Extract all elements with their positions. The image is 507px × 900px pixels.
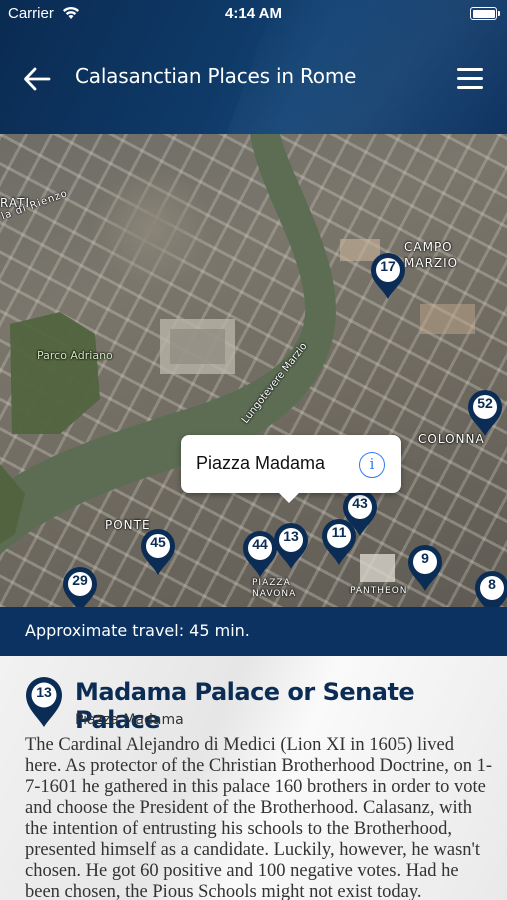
map-pin-number: 13 bbox=[283, 528, 299, 544]
travel-time-bar: Approximate travel: 45 min. bbox=[0, 607, 507, 656]
map-pin[interactable]: 45 bbox=[140, 528, 176, 576]
status-bar: Carrier 4:14 AM bbox=[0, 0, 507, 28]
callout-place-name: Piazza Madama bbox=[196, 453, 326, 473]
back-arrow-icon bbox=[24, 67, 51, 91]
map-pin-number: 11 bbox=[331, 524, 347, 540]
map-pin[interactable]: 9 bbox=[407, 544, 443, 592]
map-pin-number: 8 bbox=[488, 576, 496, 592]
map-pin-number: 17 bbox=[380, 258, 396, 274]
map-pin[interactable]: 52 bbox=[467, 389, 503, 437]
menu-icon-bar bbox=[457, 77, 483, 80]
map-pin-number: 29 bbox=[72, 572, 88, 588]
travel-time-text: Approximate travel: 45 min. bbox=[25, 621, 250, 640]
detail-pin-number: 13 bbox=[36, 684, 52, 700]
info-icon[interactable]: i bbox=[359, 452, 385, 478]
detail-pin: 13 bbox=[25, 676, 63, 728]
map-pin[interactable]: 13 bbox=[273, 522, 309, 570]
map-pin-number: 43 bbox=[352, 495, 368, 511]
place-detail-panel: 13 Madama Palace or Senate Palace Piazza… bbox=[0, 656, 507, 900]
map-label-pantheon: PANTHEON bbox=[350, 586, 408, 596]
map-label-park: Parco Adriano bbox=[37, 349, 113, 362]
menu-icon-bar bbox=[457, 68, 483, 71]
battery-icon bbox=[470, 7, 500, 20]
menu-button[interactable] bbox=[457, 68, 483, 90]
place-description: The Cardinal Alejandro di Medici (Lion X… bbox=[25, 735, 493, 900]
map-pin[interactable]: 11 bbox=[321, 518, 357, 566]
menu-icon-bar bbox=[457, 86, 483, 89]
map-pin[interactable]: 29 bbox=[62, 566, 98, 607]
map-label-campo: CAMPO bbox=[404, 240, 453, 254]
map-pin-number: 52 bbox=[477, 395, 493, 411]
place-subtitle: Piazza Madama bbox=[75, 712, 184, 728]
navigation-header: Carrier 4:14 AM Calasanctian Places in R… bbox=[0, 0, 507, 134]
map-pin[interactable]: 8 bbox=[474, 570, 507, 607]
map-pin-number: 45 bbox=[150, 534, 166, 550]
page-title: Calasanctian Places in Rome bbox=[75, 64, 357, 88]
map-callout[interactable]: Piazza Madama i bbox=[181, 435, 401, 503]
map-label-piazza: PIAZZA bbox=[252, 578, 291, 588]
clock: 4:14 AM bbox=[225, 5, 282, 22]
map-pin[interactable]: 17 bbox=[370, 252, 406, 300]
map-view[interactable]: RATI la di Rienzo Parco Adriano CAMPO MA… bbox=[0, 134, 507, 607]
map-label-navona: NAVONA bbox=[252, 589, 297, 599]
map-label-marzio: MARZIO bbox=[404, 256, 459, 270]
back-button[interactable] bbox=[22, 64, 52, 94]
map-pin-number: 9 bbox=[421, 550, 429, 566]
